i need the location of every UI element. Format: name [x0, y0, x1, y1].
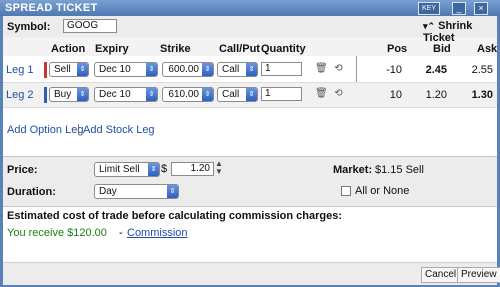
ask-value: 1.30 — [471, 89, 493, 101]
swap-icon[interactable]: ⟲ — [333, 88, 344, 99]
action-select[interactable]: Buy ⇕ — [49, 87, 89, 102]
all-or-none-checkbox[interactable] — [341, 186, 351, 196]
leg-label: Leg 2 — [6, 89, 34, 101]
add-stock-leg-link[interactable]: Add Stock Leg — [83, 124, 155, 136]
chevron-double-icon: ▾⌃ — [423, 21, 436, 31]
preview-button[interactable]: Preview — [457, 267, 500, 283]
col-strike: Strike — [160, 43, 191, 55]
close-button[interactable]: × — [474, 2, 488, 15]
link-separator: | — [77, 123, 80, 135]
currency-symbol: $ — [161, 163, 168, 175]
select-arrow-icon: ⇕ — [246, 88, 257, 101]
table-row: Leg 2 Buy ⇕ Dec 10 ⇕ 610.00 ⇕ Call ⇕ 1 🗑 ⟲ 1… — [3, 83, 497, 108]
symbol-bar: Symbol: GOOG ▾⌃ Shrink Ticket — [3, 16, 497, 44]
quantity-input[interactable]: 1 — [261, 87, 302, 101]
select-arrow-icon: ⇕ — [246, 63, 257, 76]
title-bar: SPREAD TICKET KEY _ × — [0, 0, 500, 16]
select-arrow-icon: ⇕ — [77, 88, 88, 101]
buy-indicator-bar — [44, 87, 47, 103]
col-action: Action — [51, 43, 86, 55]
sell-indicator-bar — [44, 62, 47, 78]
select-arrow-icon: ⇕ — [146, 63, 157, 76]
footer-bar: Cancel Preview — [3, 262, 500, 285]
strike-select[interactable]: 600.00 ⇕ — [162, 62, 214, 77]
pos-value: 10 — [389, 89, 402, 101]
receive-amount: You receive $120.00 — [7, 227, 107, 239]
estimate-title: Estimated cost of trade before calculati… — [7, 210, 342, 222]
leg-label: Leg 1 — [6, 64, 34, 76]
pos-value: -10 — [386, 64, 402, 76]
order-section: Price: Limit Sell ⇕ $ 1.20 ▲ ▼ Market: $1.… — [3, 156, 497, 207]
bid-value: 2.45 — [425, 64, 447, 76]
bid-value: 1.20 — [425, 89, 447, 101]
col-quantity: Quantity — [261, 43, 306, 55]
select-arrow-icon: ⇕ — [148, 163, 159, 176]
ask-value: 2.55 — [471, 64, 493, 76]
quantity-input[interactable]: 1 — [261, 62, 302, 76]
trash-icon[interactable]: 🗑 — [315, 88, 328, 99]
select-arrow-icon: ⇕ — [146, 88, 157, 101]
price-stepper-icon[interactable]: ▲ ▼ — [215, 160, 223, 176]
market-value: $1.15 Sell — [375, 164, 424, 176]
key-button[interactable]: KEY — [418, 2, 440, 15]
all-or-none-label: All or None — [355, 185, 410, 197]
price-type-select[interactable]: Limit Sell ⇕ — [94, 162, 160, 177]
trash-icon[interactable]: 🗑 — [315, 63, 328, 74]
duration-label: Duration: — [7, 186, 56, 198]
symbol-label: Symbol: — [7, 21, 51, 33]
duration-select[interactable]: Day ⇕ — [94, 184, 179, 199]
swap-icon[interactable]: ⟲ — [333, 63, 344, 74]
call-put-select[interactable]: Call ⇕ — [217, 62, 258, 77]
col-expiry: Expiry — [95, 43, 129, 55]
expiry-select[interactable]: Dec 10 ⇕ — [94, 87, 158, 102]
shrink-ticket-link[interactable]: ▾⌃ Shrink Ticket — [423, 20, 497, 44]
estimate-section: Estimated cost of trade before calculati… — [3, 206, 497, 263]
call-put-select[interactable]: Call ⇕ — [217, 87, 258, 102]
strike-select[interactable]: 610.00 ⇕ — [162, 87, 214, 102]
col-call-put: Call/Put — [219, 43, 260, 55]
select-arrow-icon: ⇕ — [167, 185, 178, 198]
select-arrow-icon: ⇕ — [202, 88, 213, 101]
col-ask: Ask — [477, 43, 498, 55]
commission-link[interactable]: Commission — [127, 227, 188, 239]
select-arrow-icon: ⇕ — [77, 63, 88, 76]
window-title: SPREAD TICKET — [5, 2, 98, 14]
ticket-panel: Symbol: GOOG ▾⌃ Shrink Ticket Action Exp… — [3, 16, 500, 285]
price-input[interactable]: 1.20 — [171, 162, 214, 176]
spread-ticket-window: SPREAD TICKET KEY _ × Symbol: GOOG ▾⌃ Sh… — [0, 0, 500, 287]
col-pos: Pos — [387, 43, 408, 55]
minimize-button[interactable]: _ — [452, 2, 466, 15]
table-row: Leg 1 Sell ⇕ Dec 10 ⇕ 600.00 ⇕ Call ⇕ 1 🗑 ⟲ … — [3, 58, 497, 83]
col-bid: Bid — [433, 43, 451, 55]
select-arrow-icon: ⇕ — [202, 63, 213, 76]
price-label: Price: — [7, 164, 38, 176]
receive-dash: - — [119, 227, 123, 239]
expiry-select[interactable]: Dec 10 ⇕ — [94, 62, 158, 77]
market-label: Market: — [333, 164, 373, 176]
symbol-input[interactable]: GOOG — [63, 19, 117, 33]
add-option-leg-link[interactable]: Add Option Leg — [7, 124, 83, 136]
action-select[interactable]: Sell ⇕ — [49, 62, 89, 77]
cancel-button[interactable]: Cancel — [421, 267, 461, 283]
